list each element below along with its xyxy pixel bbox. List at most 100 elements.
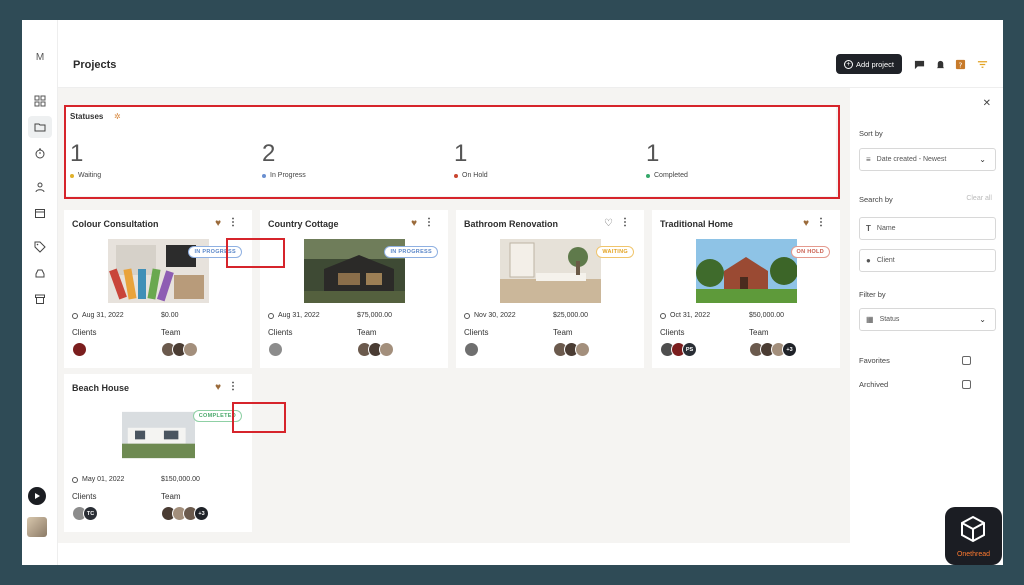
add-project-button[interactable]: + Add project [836, 54, 902, 74]
clients-avatars: TC [72, 506, 98, 521]
clock-icon [72, 476, 78, 483]
due-date: Aug 31, 2022 [72, 312, 124, 319]
inbox-icon[interactable] [28, 262, 52, 284]
project-card-traditional-home[interactable]: Traditional Home ♥ ⋮ ON HOLD Oct 31, 202… [652, 210, 840, 368]
clients-avatars [464, 342, 479, 357]
favorite-heart-icon[interactable]: ♥ [411, 218, 417, 229]
user-avatar[interactable] [27, 517, 47, 537]
clients-avatars [72, 342, 87, 357]
avatar[interactable] [575, 342, 590, 357]
more-members-count[interactable]: +3 [194, 506, 209, 521]
plus-circle-icon: + [844, 59, 854, 69]
status-list-icon: ▦ [866, 315, 874, 324]
chat-icon[interactable] [913, 58, 925, 70]
timer-icon[interactable] [28, 142, 52, 164]
highlight-box [226, 238, 285, 268]
team-label: Team [357, 328, 377, 337]
clients-label: Clients [660, 328, 685, 337]
clients-label: Clients [72, 492, 97, 501]
due-date: Nov 30, 2022 [464, 312, 516, 319]
archived-label: Archived [859, 380, 889, 389]
favorite-heart-icon[interactable]: ♥ [215, 382, 221, 393]
person-icon: ● [866, 256, 871, 265]
clients-avatars: PS [660, 342, 697, 357]
avatar[interactable] [464, 342, 479, 357]
due-date-text: Aug 31, 2022 [278, 312, 320, 319]
avatar[interactable] [183, 342, 198, 357]
left-rail: M [22, 20, 58, 565]
search-by-label: Search by [859, 195, 893, 204]
calendar-icon[interactable] [28, 202, 52, 224]
archived-checkbox[interactable] [962, 380, 971, 389]
dashboard-icon[interactable] [28, 90, 52, 112]
archive-icon[interactable] [28, 288, 52, 310]
sort-value: Date created - Newest [876, 156, 947, 163]
clock-icon [464, 312, 470, 319]
favorite-heart-outline-icon[interactable]: ♡ [604, 218, 613, 229]
due-date-text: Nov 30, 2022 [474, 312, 516, 319]
project-title: Beach House [72, 383, 130, 393]
team-label: Team [161, 328, 181, 337]
status-badge: WAITING [596, 246, 634, 258]
favorite-heart-icon[interactable]: ♥ [803, 218, 809, 229]
cube-logo-icon [961, 515, 985, 543]
help-book-icon[interactable]: ? [954, 58, 966, 70]
close-icon[interactable]: ✕ [983, 98, 991, 109]
project-amount: $0.00 [161, 312, 179, 319]
more-options-icon[interactable]: ⋮ [228, 217, 238, 228]
clock-icon [660, 312, 666, 319]
favorites-checkbox[interactable] [962, 356, 971, 365]
project-amount: $150,000.00 [161, 476, 200, 483]
more-options-icon[interactable]: ⋮ [228, 381, 238, 392]
avatar[interactable] [268, 342, 283, 357]
clear-all-link[interactable]: Clear all [966, 195, 992, 202]
project-card-colour-consultation[interactable]: Colour Consultation ♥ ⋮ IN PROGRESS Aug … [64, 210, 252, 368]
folder-icon[interactable] [28, 116, 52, 138]
status-filter-select[interactable]: ▦ Status ⌄ [859, 308, 996, 331]
filter-icon[interactable] [976, 58, 988, 70]
contacts-icon[interactable] [28, 176, 52, 198]
more-options-icon[interactable]: ⋮ [816, 217, 826, 228]
team-avatars [357, 342, 394, 357]
projects-content: Statuses ✲ 1 Waiting 2 In Progress 1 On … [58, 88, 850, 543]
due-date-text: Aug 31, 2022 [82, 312, 124, 319]
project-title: Colour Consultation [72, 219, 159, 229]
name-search-input[interactable]: T Name [859, 217, 996, 240]
project-amount: $50,000.00 [749, 312, 785, 319]
avatar-initials[interactable]: PS [682, 342, 697, 357]
team-label: Team [749, 328, 769, 337]
tag-icon[interactable] [28, 236, 52, 258]
clock-icon [268, 312, 274, 319]
client-search-input[interactable]: ● Client [859, 249, 996, 272]
project-card-bathroom-renovation[interactable]: Bathroom Renovation ♡ ⋮ WAITING Nov 30, … [456, 210, 644, 368]
sort-by-label: Sort by [859, 129, 883, 138]
more-options-icon[interactable]: ⋮ [424, 217, 434, 228]
more-options-icon[interactable]: ⋮ [620, 217, 630, 228]
project-amount: $25,000.00 [553, 312, 589, 319]
avatar[interactable] [379, 342, 394, 357]
project-card-beach-house[interactable]: Beach House ♥ ⋮ COMPLETED May 01, 2022 $… [64, 374, 252, 532]
project-title: Bathroom Renovation [464, 219, 559, 229]
team-avatars [161, 342, 198, 357]
text-type-icon: T [866, 224, 871, 233]
page-title: Projects [73, 59, 117, 71]
client-placeholder: Client [876, 257, 895, 264]
workspace-logo[interactable]: M [22, 52, 58, 63]
project-amount: $75,000.00 [357, 312, 393, 319]
app-window: M Projects + Add project ? Statuses ✲ 1 … [22, 20, 1003, 565]
bell-icon[interactable] [934, 58, 946, 70]
more-members-count[interactable]: +3 [782, 342, 797, 357]
team-avatars [553, 342, 590, 357]
play-icon[interactable] [28, 487, 46, 505]
project-card-country-cottage[interactable]: Country Cottage ♥ ⋮ IN PROGRESS Aug 31, … [260, 210, 448, 368]
avatar-initials[interactable]: TC [83, 506, 98, 521]
top-header: Projects + Add project ? [58, 42, 1003, 88]
clients-avatars [268, 342, 283, 357]
clients-label: Clients [464, 328, 489, 337]
sort-select[interactable]: ≡ Date created - Newest ⌄ [859, 148, 996, 171]
due-date: Oct 31, 2022 [660, 312, 710, 319]
team-avatars: +3 [749, 342, 797, 357]
highlight-box [232, 402, 286, 433]
favorite-heart-icon[interactable]: ♥ [215, 218, 221, 229]
avatar[interactable] [72, 342, 87, 357]
